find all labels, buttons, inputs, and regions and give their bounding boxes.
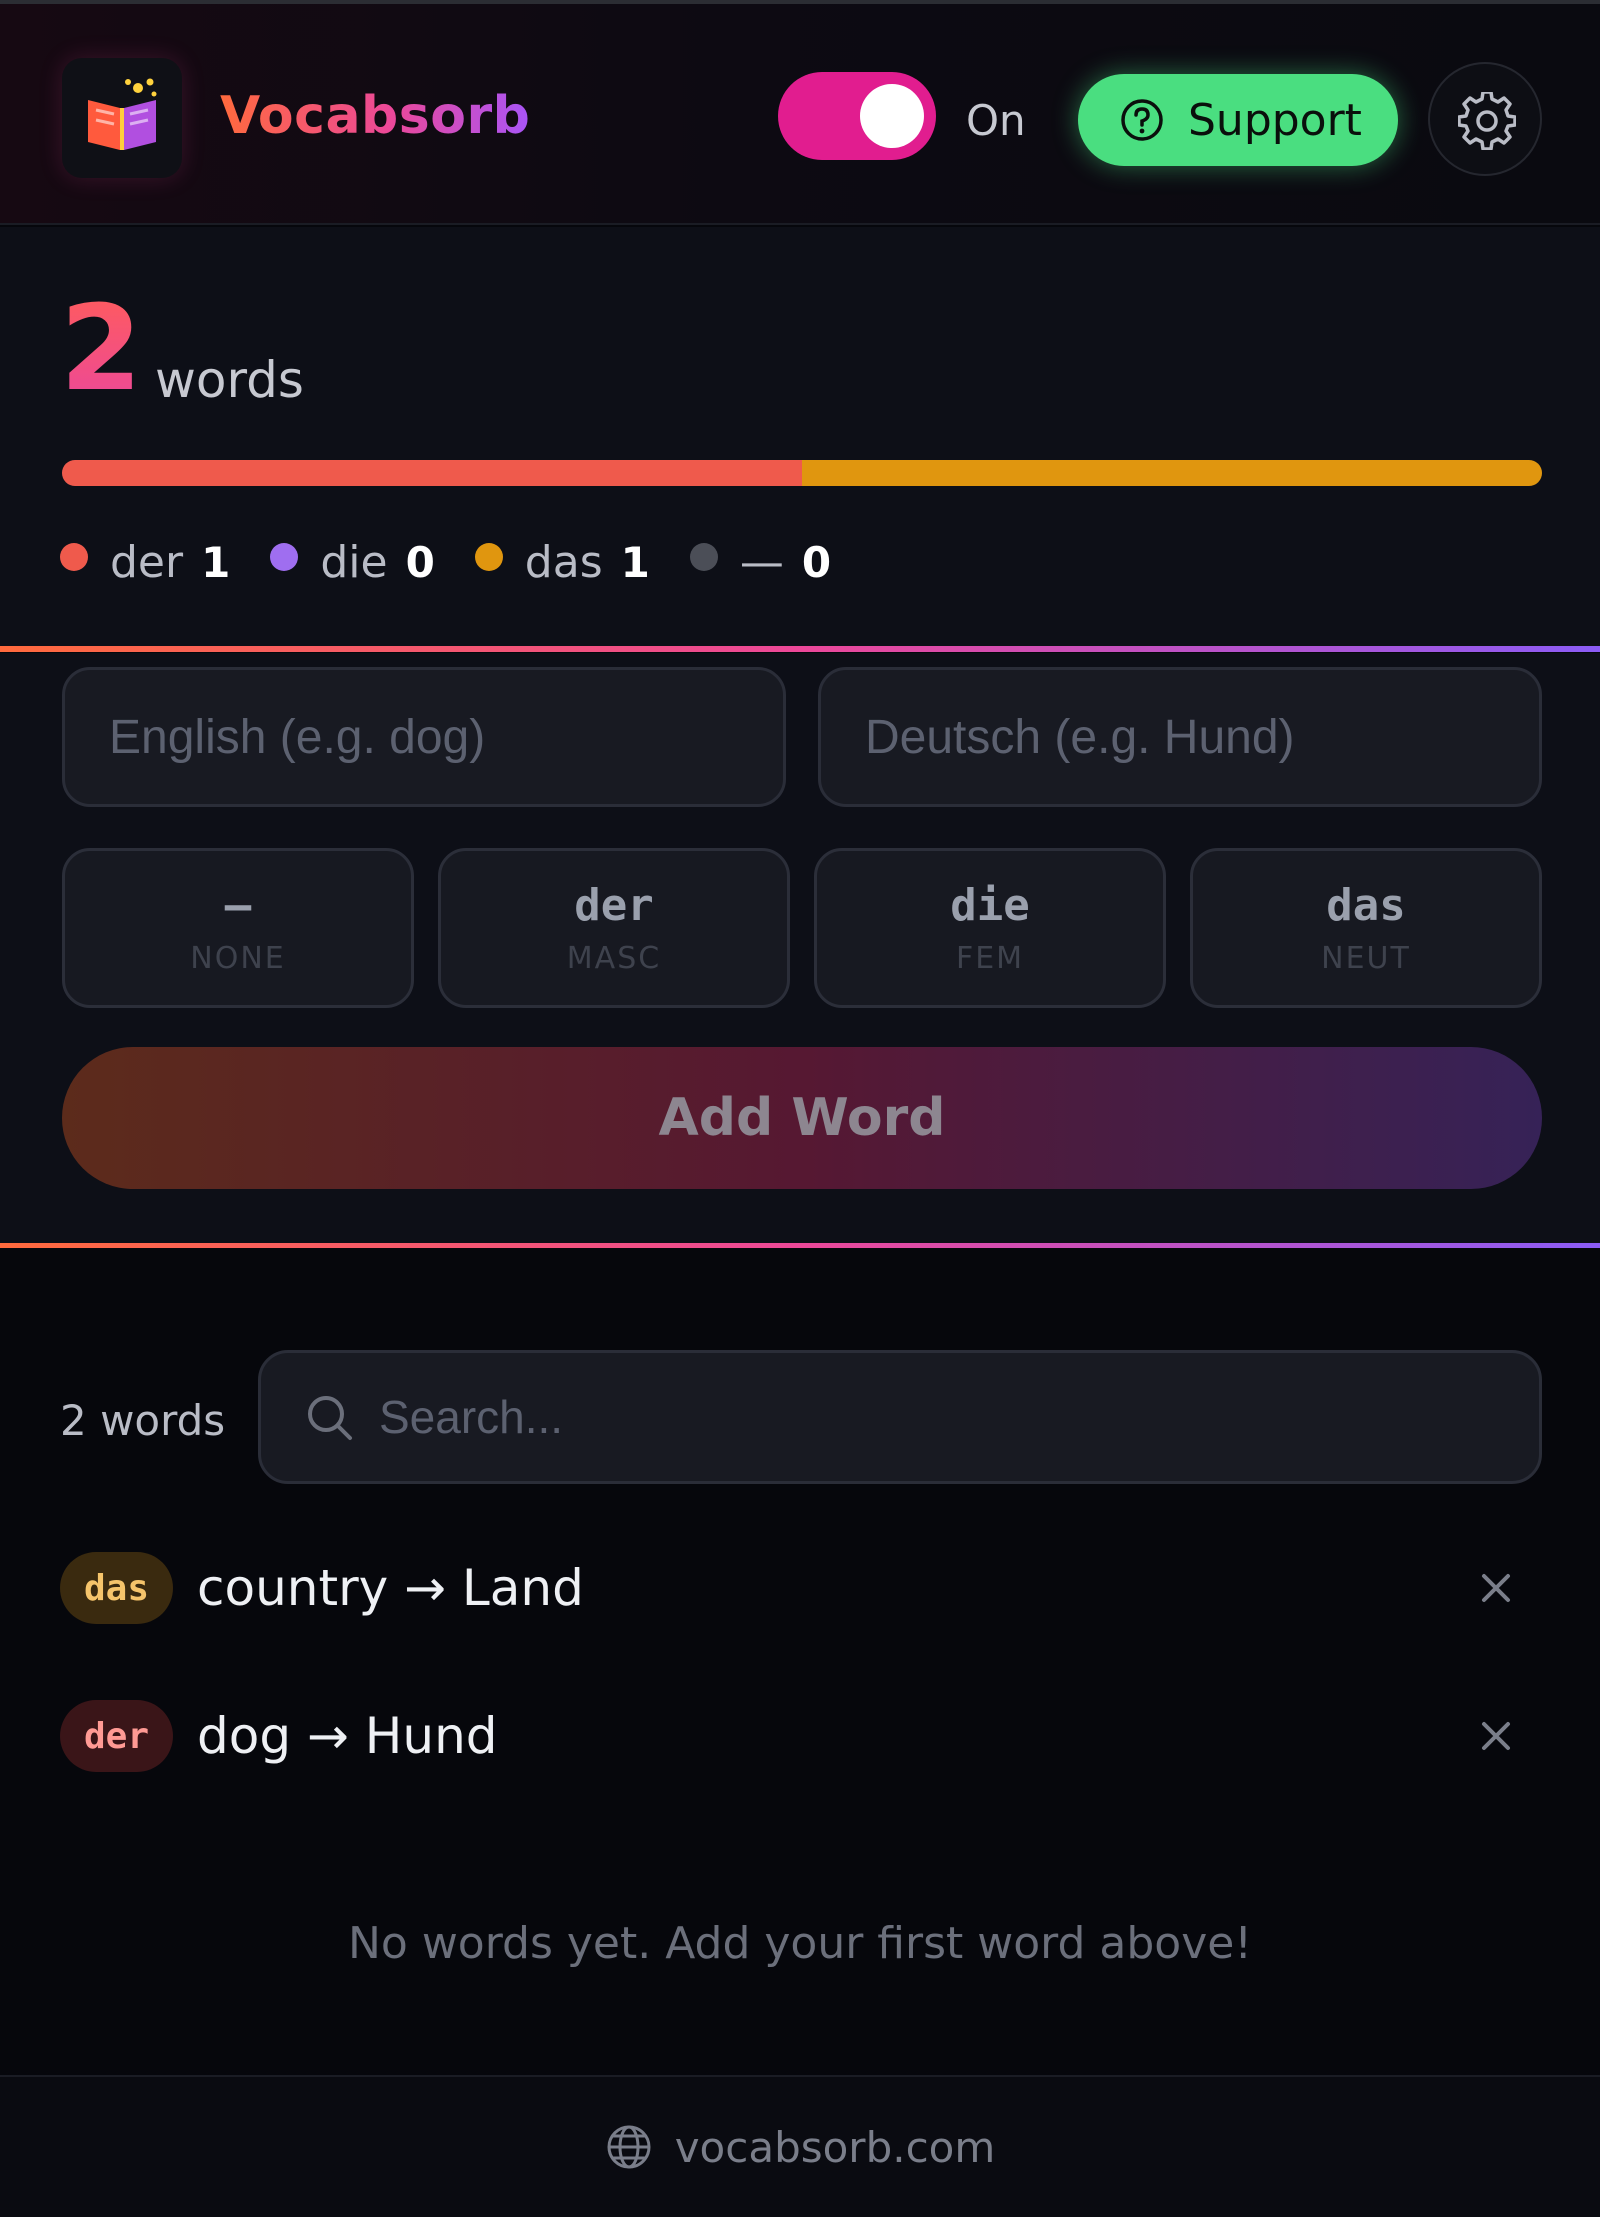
globe-icon [607, 2125, 651, 2169]
legend-item: das 1 [474, 537, 650, 588]
legend-name: das [524, 537, 603, 588]
word-list-item: der dog → Hund [60, 1696, 1540, 1776]
legend-name: die [320, 537, 388, 588]
article-button-main: das [1326, 880, 1406, 931]
close-icon [1482, 1574, 1510, 1602]
word-pair: country → Land [197, 1559, 584, 1617]
article-button-main: der [574, 880, 654, 931]
word-pair: dog → Hund [197, 1707, 498, 1765]
delete-word-button[interactable] [1470, 1562, 1522, 1614]
support-button[interactable]: Support [1078, 74, 1398, 166]
article-button-das[interactable]: das NEUT [1190, 848, 1542, 1008]
word-list-count: 2 words [60, 1396, 226, 1445]
article-button-der[interactable]: der MASC [438, 848, 790, 1008]
bar-segment [62, 460, 802, 486]
article-distribution-bar [62, 460, 1542, 486]
support-label: Support [1188, 94, 1362, 146]
book-logo-icon [88, 78, 157, 150]
total-word-count: 2 [60, 279, 143, 417]
search-icon [308, 1396, 352, 1440]
gradient-divider [0, 1243, 1600, 1248]
legend-dot [270, 542, 299, 571]
article-badge: der [60, 1700, 174, 1772]
english-input[interactable] [62, 667, 786, 807]
empty-state-message: No words yet. Add your first word above! [348, 1918, 1252, 1969]
legend-count: 1 [201, 538, 231, 587]
legend-dot [689, 542, 718, 571]
legend-dot [60, 542, 88, 571]
website-link-text: vocabsorb.com [674, 2122, 996, 2172]
app-footer: vocabsorb.com [0, 2075, 1600, 2217]
legend-item: der 1 [60, 537, 230, 588]
app-logo [62, 58, 182, 178]
legend-name: der [110, 537, 184, 588]
article-button-sub: FEM [955, 941, 1025, 976]
legend-count: 1 [620, 538, 650, 587]
article-badge: das [60, 1552, 174, 1624]
article-button-main: die [950, 880, 1030, 931]
article-button-sub: NEUT [1321, 941, 1411, 976]
word-list-item: das country → Land [60, 1548, 1540, 1628]
delete-word-button[interactable] [1470, 1710, 1522, 1762]
add-word-button[interactable]: Add Word [62, 1047, 1542, 1189]
website-link[interactable]: vocabsorb.com [605, 2122, 996, 2172]
help-circle-icon [1121, 99, 1163, 141]
bar-segment [802, 460, 1542, 486]
article-button-die[interactable]: die FEM [814, 848, 1166, 1008]
total-word-label: words [155, 351, 304, 409]
legend-dot [474, 542, 503, 571]
toggle-state-label: On [966, 96, 1026, 145]
legend-count: 0 [801, 538, 832, 587]
legend-item: —0 [689, 537, 832, 588]
article-button-sub: MASC [566, 941, 662, 976]
gear-icon [1458, 92, 1516, 150]
enable-toggle[interactable] [778, 72, 936, 160]
article-button-sub: NONE [190, 941, 286, 976]
close-icon [1482, 1722, 1510, 1750]
add-word-form: — NONE der MASC die FEM das NEUT Add Wor… [0, 653, 1600, 1243]
legend-count: 0 [405, 538, 435, 587]
gradient-divider [0, 646, 1600, 652]
legend-name: — [739, 537, 784, 588]
app-brand-name: Vocabsorb [220, 86, 531, 146]
settings-button[interactable] [1428, 62, 1542, 176]
app-header: Vocabsorb On Support [0, 4, 1600, 225]
german-input[interactable] [818, 667, 1542, 807]
toggle-knob [860, 84, 924, 148]
article-button-main: — [224, 880, 252, 931]
stats-panel: 2 words der 1 die 0 das 1—0 [0, 227, 1600, 647]
search-box [258, 1350, 1542, 1484]
legend-item: die 0 [270, 537, 435, 588]
article-button-none[interactable]: — NONE [62, 848, 414, 1008]
article-legend: der 1 die 0 das 1—0 [60, 537, 871, 588]
search-input[interactable] [379, 1353, 1519, 1481]
